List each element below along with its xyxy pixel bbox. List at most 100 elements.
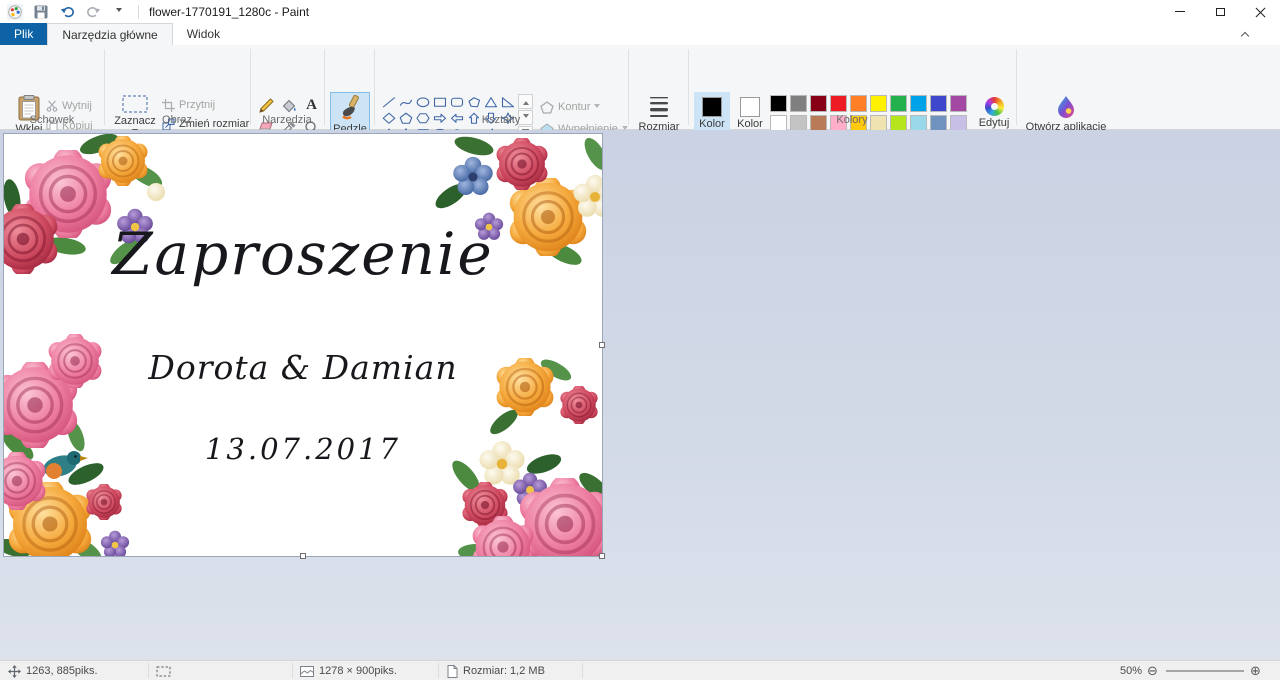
tab-view-label: Widok (187, 27, 220, 41)
clipboard-group-label: Schowek (0, 114, 104, 126)
close-icon (1255, 7, 1265, 17)
cut-button[interactable]: Wytnij (46, 97, 92, 115)
group-divider (628, 49, 629, 125)
text-tool-button[interactable]: A (300, 95, 323, 116)
shapes-scroll-up-button[interactable] (518, 94, 533, 109)
status-divider (582, 663, 583, 678)
paint-app-icon (6, 3, 24, 21)
palette-swatch-0-5[interactable] (870, 95, 887, 112)
zoom-in-button[interactable]: ⊕ (1250, 661, 1261, 680)
zoom-out-button[interactable]: ⊖ (1147, 661, 1158, 680)
crop-button[interactable]: Przytnij (162, 96, 215, 114)
fill-tool-button[interactable] (277, 95, 300, 116)
window-title: flower-1770191_1280c - Paint (149, 5, 309, 19)
canvas-resize-handle-right[interactable] (599, 342, 605, 348)
pencil-tool-button[interactable] (254, 95, 277, 116)
file-size-text: Rozmiar: 1,2 MB (463, 665, 545, 677)
paint-app-window: flower-1770191_1280c - Paint Plik Narzęd… (0, 0, 1280, 680)
canvas-resize-handle-corner[interactable] (599, 553, 605, 559)
canvas-size-icon (300, 666, 314, 677)
palette-swatch-0-1[interactable] (790, 95, 807, 112)
selection-icon (156, 666, 171, 677)
shape-polygon-icon[interactable] (465, 94, 482, 110)
quick-access-toolbar (0, 3, 141, 21)
scissors-icon (46, 100, 58, 112)
invitation-artwork (4, 134, 602, 556)
invitation-title: Zaproszenie (4, 220, 602, 288)
outline-label: Kontur (558, 101, 590, 113)
tab-home[interactable]: Narzędzia główne (47, 23, 172, 45)
palette-swatch-0-0[interactable] (770, 95, 787, 112)
tab-file[interactable]: Plik (0, 23, 47, 45)
palette-swatch-0-4[interactable] (850, 95, 867, 112)
palette-swatch-0-7[interactable] (910, 95, 927, 112)
chevron-down-icon (116, 8, 122, 15)
minus-circle-icon: ⊖ (1147, 664, 1158, 679)
redo-button[interactable] (84, 3, 102, 21)
fill-bucket-icon (281, 98, 297, 114)
paint3d-icon (1056, 95, 1076, 119)
outline-pentagon-icon (540, 101, 554, 114)
minimize-button[interactable] (1160, 0, 1200, 23)
invitation-names: Dorota & Damian (4, 348, 602, 387)
shape-triangle-icon[interactable] (482, 94, 499, 110)
status-divider (148, 663, 149, 678)
cursor-position-indicator: 1263, 885piks. (8, 661, 98, 680)
cut-label: Wytnij (62, 100, 92, 112)
redo-icon (86, 5, 101, 18)
crop-label: Przytnij (179, 99, 215, 111)
titlebar: flower-1770191_1280c - Paint (0, 0, 1280, 23)
customize-toolbar-button[interactable] (110, 3, 128, 21)
shape-rounded-rectangle-icon[interactable] (448, 94, 465, 110)
canvas-viewport: Zaproszenie Dorota & Damian 13.07.2017 (0, 130, 1280, 660)
shape-curve-icon[interactable] (397, 94, 414, 110)
tab-home-label: Narzędzia główne (62, 28, 157, 42)
ribbon: Wklej Wytnij Kopiuj Schowek Zaznacz Przy… (0, 45, 1280, 130)
shape-line-icon[interactable] (380, 94, 397, 110)
canvas-resize-handle-bottom[interactable] (300, 553, 306, 559)
status-divider (438, 663, 439, 678)
select-icon (122, 95, 148, 113)
group-divider (1016, 49, 1017, 125)
shape-rectangle-icon[interactable] (431, 94, 448, 110)
colors-group-label: Kolory (688, 114, 1016, 126)
pencil-icon (258, 98, 274, 114)
move-cross-icon (8, 665, 21, 678)
file-size-indicator: Rozmiar: 1,2 MB (447, 661, 545, 680)
image-group-label: Obraz (104, 114, 250, 126)
cursor-position-text: 1263, 885piks. (26, 665, 98, 677)
close-button[interactable] (1240, 0, 1280, 23)
maximize-icon (1216, 8, 1225, 16)
undo-button[interactable] (58, 3, 76, 21)
file-icon (447, 665, 458, 678)
statusbar: 1263, 885piks. 1278 × 900piks. Rozmiar: … (0, 660, 1280, 680)
brush-icon (338, 95, 362, 121)
canvas-size-indicator: 1278 × 900piks. (300, 661, 397, 680)
shape-oval-icon[interactable] (414, 94, 431, 110)
maximize-button[interactable] (1200, 0, 1240, 23)
selection-size-indicator (156, 661, 171, 680)
zoom-level-text: 50% (1120, 665, 1142, 677)
palette-swatch-0-9[interactable] (950, 95, 967, 112)
invitation-date: 13.07.2017 (4, 432, 602, 466)
palette-swatch-0-6[interactable] (890, 95, 907, 112)
shapes-group-label: Kształty (374, 114, 628, 126)
group-divider (324, 49, 325, 125)
chevron-down-icon (594, 104, 600, 111)
ribbon-tabstrip: Plik Narzędzia główne Widok (0, 23, 1280, 45)
save-button[interactable] (32, 3, 50, 21)
palette-swatch-0-3[interactable] (830, 95, 847, 112)
palette-swatch-0-2[interactable] (810, 95, 827, 112)
shape-right-triangle-icon[interactable] (499, 94, 516, 110)
canvas-size-text: 1278 × 900piks. (319, 665, 397, 677)
zoom-slider-track[interactable] (1166, 670, 1244, 672)
crop-icon (162, 99, 175, 112)
palette-swatch-0-8[interactable] (930, 95, 947, 112)
collapse-ribbon-button[interactable] (1240, 29, 1250, 39)
plus-circle-icon: ⊕ (1250, 664, 1261, 679)
tools-group-label: Narzędzia (250, 114, 324, 126)
line-size-icon (649, 95, 669, 119)
tab-view[interactable]: Widok (173, 23, 234, 45)
drawing-canvas[interactable]: Zaproszenie Dorota & Damian 13.07.2017 (4, 134, 602, 556)
save-icon (34, 5, 48, 19)
